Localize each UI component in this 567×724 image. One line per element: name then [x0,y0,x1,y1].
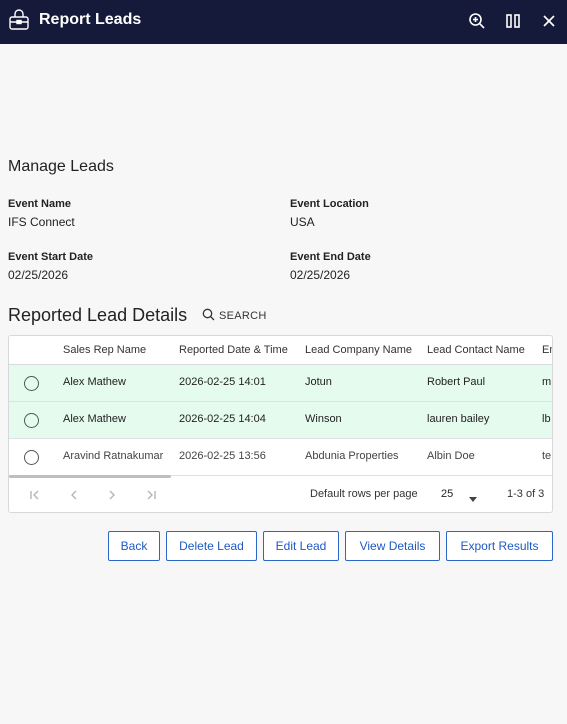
event-start-label: Event Start Date [8,251,93,263]
cell-contact: Albin Doe [427,450,475,462]
leads-table: Sales Rep Name Reported Date & Time Lead… [8,335,553,513]
column-header-reported-date[interactable]: Reported Date & Time [179,344,288,356]
briefcase-lock-icon [8,9,30,31]
rows-per-page-select[interactable]: 25 [441,486,481,504]
search-icon [202,308,215,324]
cell-company: Winson [305,413,342,425]
cell-sales-rep: Aravind Ratnakumar [63,450,164,462]
previous-page-icon[interactable] [66,487,82,503]
cell-company: Jotun [305,376,332,388]
event-name-label: Event Name [8,198,71,210]
search-button[interactable]: SEARCH [202,307,267,325]
edit-lead-button[interactable]: Edit Lead [263,531,339,561]
cell-sales-rep: Alex Mathew [63,413,126,425]
table-row[interactable]: Alex Mathew 2026-02-25 14:01 Jotun Rober… [9,365,552,402]
last-page-icon[interactable] [143,487,159,503]
manage-leads-heading: Manage Leads [8,158,114,175]
view-details-button[interactable]: View Details [345,531,440,561]
event-end-value: 02/25/2026 [290,268,351,282]
pagination-bar: Default rows per page 25 1-3 of 3 [9,477,552,512]
row-select-radio[interactable] [24,413,39,428]
title-bar: Report Leads [0,0,567,44]
table-row[interactable]: Aravind Ratnakumar 2026-02-25 13:56 Abdu… [9,439,552,476]
next-page-icon[interactable] [104,487,120,503]
delete-lead-button[interactable]: Delete Lead [166,531,257,561]
rows-per-page-value: 25 [441,488,454,500]
split-view-icon[interactable] [502,10,524,32]
event-end-label: Event End Date [290,251,371,263]
first-page-icon[interactable] [27,487,43,503]
rows-per-page-label: Default rows per page [310,488,418,500]
column-header-company[interactable]: Lead Company Name [305,344,412,356]
zoom-search-icon[interactable] [466,10,488,32]
cell-contact: Robert Paul [427,376,486,388]
cell-email: lb [542,413,551,425]
search-button-label: SEARCH [219,310,267,322]
back-button[interactable]: Back [108,531,160,561]
cell-reported-date: 2026-02-25 13:56 [179,450,266,462]
event-start-value: 02/25/2026 [8,268,69,282]
row-select-radio[interactable] [24,376,39,391]
chevron-down-icon [469,493,477,505]
column-header-sales-rep[interactable]: Sales Rep Name [63,344,146,356]
cell-contact: lauren bailey [427,413,490,425]
cell-reported-date: 2026-02-25 14:01 [179,376,266,388]
cell-email: m [542,376,552,388]
cell-email: te [542,450,552,462]
page-range-text: 1-3 of 3 [507,488,545,500]
window-title: Report Leads [39,11,142,28]
cell-company: Abdunia Properties [305,450,399,462]
event-name-value: IFS Connect [8,215,75,229]
table-row[interactable]: Alex Mathew 2026-02-25 14:04 Winson laur… [9,402,552,439]
cell-sales-rep: Alex Mathew [63,376,126,388]
event-location-value: USA [290,215,315,229]
row-select-radio[interactable] [24,450,39,465]
cell-reported-date: 2026-02-25 14:04 [179,413,266,425]
column-header-email[interactable]: Em [542,344,552,356]
close-icon[interactable] [538,10,560,32]
event-location-label: Event Location [290,198,369,210]
table-header: Sales Rep Name Reported Date & Time Lead… [9,336,552,365]
reported-lead-details-heading: Reported Lead Details [8,305,188,325]
export-results-button[interactable]: Export Results [446,531,553,561]
column-header-contact[interactable]: Lead Contact Name [427,344,525,356]
